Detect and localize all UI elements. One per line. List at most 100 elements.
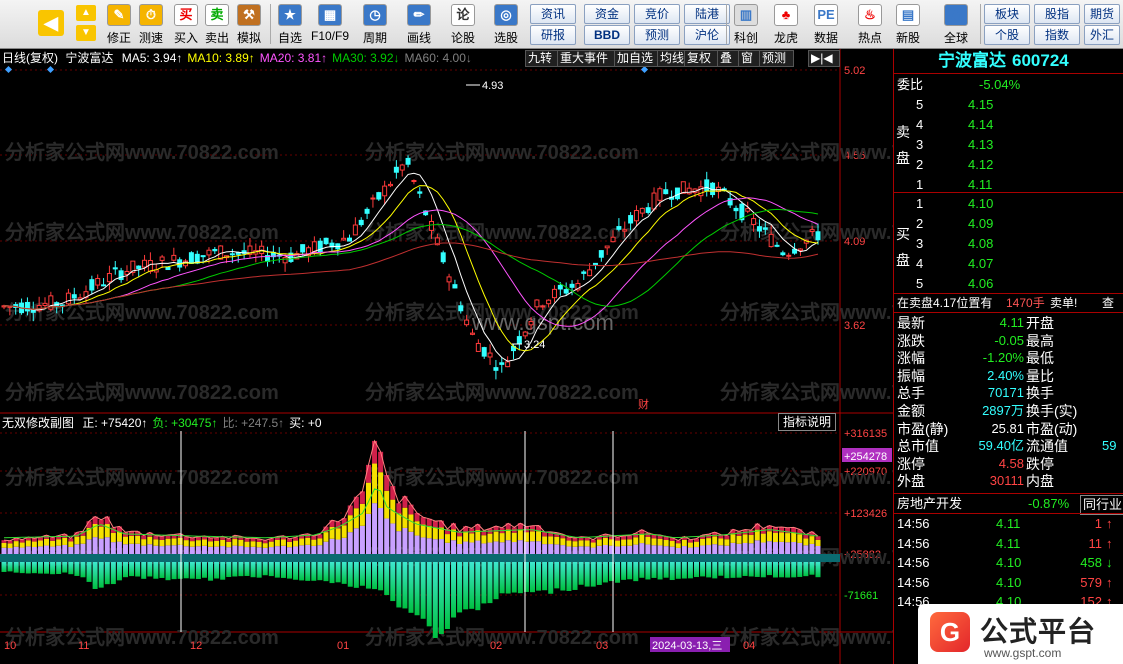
tick-time: 14:56 (897, 555, 930, 570)
market-button-0-2[interactable]: 期货 (1084, 4, 1120, 24)
f10-button[interactable]: ▦ F10/F9 (310, 2, 350, 46)
ask-price: 4.15 (968, 97, 994, 112)
neg-bar (183, 562, 189, 579)
up-down-button[interactable]: ▲ ▼ (76, 2, 98, 46)
grid-button-0-1[interactable]: 资金 (584, 4, 630, 24)
position-note-row[interactable]: 在卖盘4.17位置有 1470手 卖单! 查 (894, 294, 1123, 312)
grid-button-0-0[interactable]: 资讯 (530, 4, 576, 24)
pos-bar (596, 545, 602, 554)
pos-bar (226, 547, 232, 554)
chart-menu-1[interactable]: 重大事件 (557, 50, 618, 67)
sector-row[interactable]: 房地产开发 -0.87% 同行业 (894, 495, 1123, 515)
candle-body (768, 233, 774, 248)
grid-button-0-2[interactable]: 竞价 (634, 4, 680, 24)
grid-button-1-3[interactable]: 沪伦 (684, 25, 730, 45)
grid-button-1-0[interactable]: 研报 (530, 25, 576, 45)
pos-bar (639, 534, 645, 544)
pos-bar (396, 531, 402, 554)
neg-bar (329, 562, 335, 584)
toolbar-right-button-4[interactable]: ▤ 新股 (890, 2, 926, 46)
back-button[interactable]: ◀ (36, 2, 66, 46)
neg-bar (147, 562, 153, 577)
position-more-link[interactable]: 查 (1102, 294, 1114, 312)
chart-menu-7[interactable]: 预测 (759, 50, 794, 67)
toolbar-button-1[interactable]: ⏱ 测速 (135, 2, 167, 46)
ask-price: 4.11 (968, 177, 993, 192)
toolbar-button-9[interactable]: 论论股 (446, 2, 480, 46)
toolbar-right-button-3[interactable]: ♨ 热点 (852, 2, 888, 46)
stat-key: 流通值 (1026, 438, 1068, 455)
neg-bar (736, 562, 742, 578)
candle-body (780, 252, 786, 256)
neg-bar (305, 562, 311, 581)
market-button-1-0[interactable]: 个股 (984, 25, 1030, 45)
neg-bar (220, 562, 226, 580)
neg-bar (408, 562, 414, 613)
candle-body (499, 362, 505, 365)
toolbar-button-0[interactable]: ✎ 修正 (104, 2, 134, 46)
pos-bar (615, 546, 621, 554)
kline-chart[interactable]: 5.024.564.093.62+316135+254278+220970+12… (0, 49, 893, 664)
pos-bar (80, 535, 86, 544)
neg-bar (56, 562, 62, 574)
pos-bar (153, 539, 159, 546)
toolbar-button-4[interactable]: ⚒ 模拟 (234, 2, 264, 46)
toolbar-right-button-5[interactable]: ◉ 全球 (938, 2, 974, 46)
chart-menu-4[interactable]: 复权 (684, 50, 721, 67)
position-tag: 卖单! (1050, 296, 1078, 310)
grid-button-1-2[interactable]: 预测 (634, 25, 680, 45)
pos-bar (584, 540, 590, 547)
quote-panel: 宁波富达 600724 委比 -5.04% 卖盘 买盘 5 4.15 4 4.14 3 4.13 2 4.… (893, 49, 1123, 664)
pos-bar (645, 537, 651, 545)
indicator-help-button[interactable]: 指标说明 (778, 413, 836, 431)
stat-key: 内盘 (1026, 473, 1054, 490)
candle-body (546, 299, 552, 305)
chart-menu-0[interactable]: 九转 (525, 50, 561, 67)
candle-body (581, 271, 587, 274)
revise-icon: ✎ (107, 4, 131, 26)
candle-body (165, 266, 171, 271)
toolbar-button-3[interactable]: 卖卖出 (203, 2, 231, 46)
pos-bar (44, 538, 50, 546)
toolbar-button-5[interactable]: ★ 自选 (274, 2, 306, 46)
bid-row: 2 4.09 (894, 215, 1123, 233)
toolbar-button-8[interactable]: ✏ 画线 (400, 2, 438, 46)
pos-bar (226, 541, 232, 548)
market-button-1-2[interactable]: 外汇 (1084, 25, 1120, 45)
chart-menu-2[interactable]: 加自选 (614, 50, 661, 67)
toolbar-right-button-0[interactable]: ▥ 科创 (728, 2, 764, 46)
neg-bar (347, 562, 353, 587)
more-menu-button[interactable]: ▶|◀ (808, 50, 840, 67)
toolbar-button-7[interactable]: ◷ 周期 (357, 2, 393, 46)
grid-button-0-3[interactable]: 陆港 (684, 4, 730, 24)
neg-bar (37, 562, 43, 574)
neg-bar (645, 562, 651, 580)
toolbar-button-2[interactable]: 买买入 (172, 2, 200, 46)
candle-body (756, 226, 762, 232)
pos-bar (214, 546, 220, 554)
pos-bar (201, 539, 207, 546)
neg-bar (232, 562, 238, 577)
stat-key: 换手 (1026, 385, 1054, 402)
candle-body (364, 208, 370, 214)
candle-body (101, 284, 107, 287)
candle-body (633, 210, 639, 222)
same-industry-button[interactable]: 同行业 (1080, 495, 1123, 515)
pos-bar (390, 523, 396, 554)
pos-bar (293, 546, 299, 554)
pos-bar (432, 527, 438, 540)
pos-bar (208, 538, 214, 542)
toolbar-button-label: 自选 (277, 31, 302, 45)
pos-bar (766, 531, 772, 542)
toolbar-right-button-1[interactable]: ♣ 龙虎 (768, 2, 804, 46)
market-button-0-0[interactable]: 板块 (984, 4, 1030, 24)
market-button-1-1[interactable]: 指数 (1034, 25, 1080, 45)
market-button-0-1[interactable]: 股指 (1034, 4, 1080, 24)
toolbar-right-button-2[interactable]: PE 数据 (808, 2, 844, 46)
pos-bar (554, 536, 560, 545)
neg-bar (797, 562, 803, 577)
stat-value: -0.05 (994, 332, 1024, 348)
toolbar-button-10[interactable]: ◎ 选股 (488, 2, 524, 46)
grid-button-1-1[interactable]: BBD (584, 25, 630, 45)
tick-price: 4.11 (996, 535, 1021, 551)
